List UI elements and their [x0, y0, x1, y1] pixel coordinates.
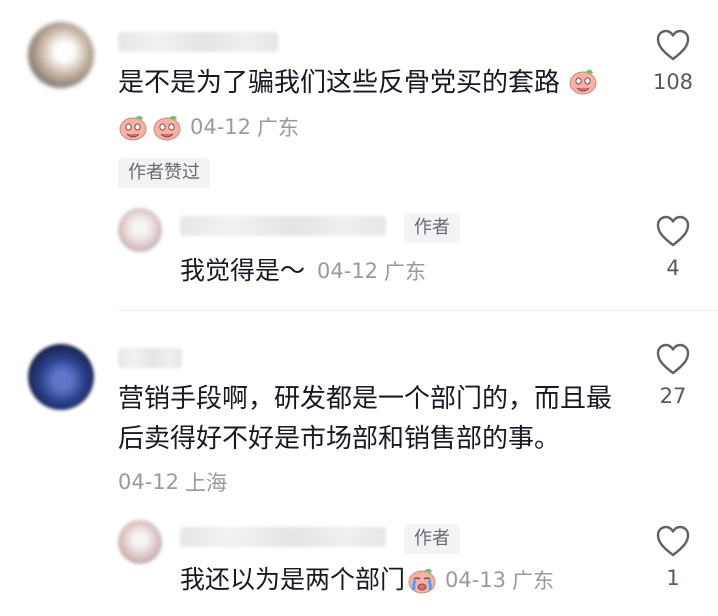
comment-meta-row: 04-12 上海	[118, 467, 227, 497]
reply-text: 我觉得是～	[180, 256, 306, 285]
peach-face-emoji	[569, 69, 597, 95]
author-tag: 作者	[404, 213, 460, 243]
comment-meta-row: 04-12 广东	[118, 112, 299, 142]
reply-text: 我还以为是两个部门	[180, 565, 406, 594]
comment-location: 广东	[257, 116, 300, 140]
like-count: 27	[659, 384, 687, 408]
reply-username-blurred[interactable]	[180, 216, 386, 236]
heart-outline-icon[interactable]	[655, 214, 691, 248]
reply-avatar[interactable]	[118, 520, 162, 564]
like-count: 108	[652, 70, 694, 94]
peach-face-emoji	[119, 115, 147, 141]
avatar[interactable]	[28, 22, 94, 88]
like-button[interactable]: 108	[638, 28, 708, 94]
crying-face-emoji	[408, 568, 436, 594]
like-count: 4	[666, 256, 680, 280]
comment-text-content: 是不是为了骗我们这些反骨党买的套路	[118, 68, 561, 98]
username-blurred[interactable]	[118, 32, 278, 52]
reply-username-blurred[interactable]	[180, 527, 386, 547]
divider	[118, 310, 718, 311]
username-blurred[interactable]	[118, 348, 182, 368]
comment-date: 04-12	[118, 470, 180, 494]
author-tag: 作者	[404, 524, 460, 554]
like-button[interactable]: 27	[638, 342, 708, 408]
comment-date: 04-12	[190, 115, 252, 139]
reply-date: 04-13	[445, 568, 507, 592]
reply-avatar[interactable]	[118, 208, 162, 252]
reply-location: 广东	[384, 260, 427, 284]
like-count: 1	[666, 566, 680, 590]
reply-row: 我还以为是两个部门 04-13 广东	[180, 561, 554, 599]
comment-location: 上海	[185, 471, 228, 495]
heart-outline-icon[interactable]	[655, 524, 691, 558]
peach-face-emoji	[153, 115, 181, 141]
heart-outline-icon[interactable]	[655, 28, 691, 62]
author-liked-badge: 作者赞过	[118, 158, 210, 188]
reply-date: 04-12	[317, 259, 379, 283]
comment-text-line-2: 后卖得好不好是市场部和销售部的事。	[118, 424, 561, 454]
avatar[interactable]	[28, 344, 94, 410]
heart-outline-icon[interactable]	[655, 342, 691, 376]
reply-location: 广东	[512, 569, 555, 593]
reply-like-button[interactable]: 1	[638, 524, 708, 590]
comment-text-line-1: 营销手段啊，研发都是一个部门的，而且最	[118, 384, 613, 414]
reply-row: 我觉得是～ 04-12 广东	[180, 252, 426, 290]
comment-text: 是不是为了骗我们这些反骨党买的套路	[118, 64, 598, 102]
reply-like-button[interactable]: 4	[638, 214, 708, 280]
